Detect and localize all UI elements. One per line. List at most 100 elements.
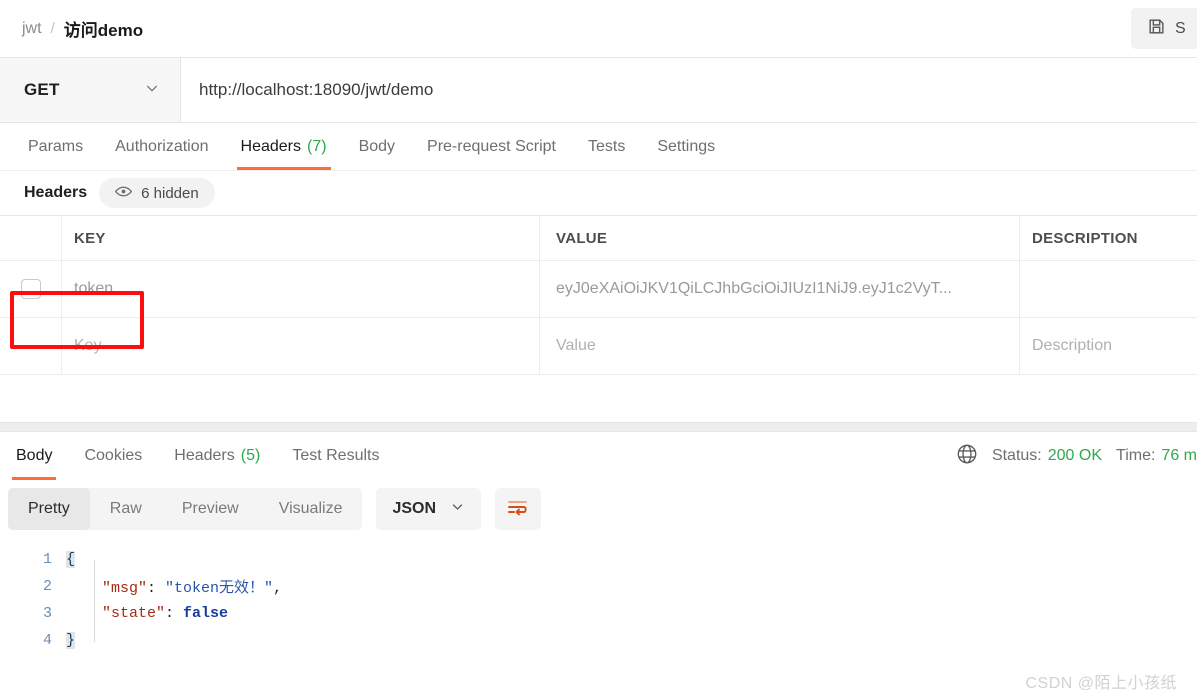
tab-headers-count: (7): [307, 137, 327, 155]
method-selector[interactable]: GET: [0, 58, 181, 122]
tab-authorization-label: Authorization: [115, 137, 209, 155]
language-selector[interactable]: JSON: [376, 488, 482, 530]
view-mode-preview[interactable]: Preview: [162, 488, 259, 530]
code-comma-2: ,: [273, 580, 283, 597]
time-badge: Time: 76 ms: [1116, 447, 1197, 465]
response-tab-test-results[interactable]: Test Results: [276, 432, 395, 480]
code-line-4: 4 }: [0, 627, 1197, 654]
tab-pre-request-script[interactable]: Pre-request Script: [411, 123, 572, 170]
time-value: 76 ms: [1161, 447, 1197, 464]
headers-subbar: Headers 6 hidden: [0, 171, 1197, 215]
empty-row-checkbox-cell: [0, 318, 62, 374]
line-number-3: 3: [42, 605, 52, 622]
view-mode-raw-label: Raw: [109, 500, 142, 517]
response-body-code[interactable]: 1 { 2 "msg": "token无效！", 3 "state": fals…: [0, 538, 1197, 654]
table-row[interactable]: token eyJ0eXAiOiJKV1QiLCJhbGciOiJIUzI1Ni…: [0, 261, 1197, 318]
response-tab-body[interactable]: Body: [0, 432, 68, 480]
tab-authorization[interactable]: Authorization: [99, 123, 224, 170]
url-bar: GET http://localhost:18090/jwt/demo: [0, 57, 1197, 123]
view-mode-group: Pretty Raw Preview Visualize: [8, 488, 363, 530]
response-tabs: Body Cookies Headers (5) Test Results St…: [0, 432, 1197, 480]
table-row-empty[interactable]: Key Value Description: [0, 318, 1197, 375]
column-header-key: KEY: [74, 229, 106, 247]
request-pane-filler: [0, 375, 1197, 422]
view-mode-raw[interactable]: Raw: [90, 488, 162, 530]
headers-table: KEY VALUE DESCRIPTION token eyJ0eXAiOiJK…: [0, 215, 1197, 375]
tab-pre-request-script-label: Pre-request Script: [427, 137, 556, 155]
tab-settings-label: Settings: [657, 137, 716, 155]
tab-headers-label: Headers: [240, 137, 301, 155]
table-header-row: KEY VALUE DESCRIPTION: [0, 216, 1197, 261]
breadcrumb-separator: /: [50, 20, 55, 37]
postman-request-window: jwt / 访问demo S GET http://localhost:1809…: [0, 0, 1197, 699]
response-tab-cookies[interactable]: Cookies: [68, 432, 158, 480]
tab-headers[interactable]: Headers (7): [225, 123, 343, 170]
new-key-input[interactable]: Key: [74, 337, 102, 355]
breadcrumb-header: jwt / 访问demo S: [0, 0, 1197, 57]
code-value-state: false: [183, 605, 229, 622]
tab-tests[interactable]: Tests: [572, 123, 641, 170]
language-selector-label: JSON: [392, 500, 437, 517]
headers-section-title: Headers: [24, 184, 88, 201]
wrap-lines-button[interactable]: [495, 488, 542, 530]
tab-settings[interactable]: Settings: [641, 123, 731, 170]
watermark: CSDN @陌上小孩纸: [1025, 675, 1177, 692]
response-tab-body-label: Body: [16, 447, 53, 464]
tab-tests-label: Tests: [587, 137, 626, 155]
column-header-value: VALUE: [556, 229, 608, 247]
tab-body-label: Body: [358, 137, 396, 155]
code-value-msg: "token无效！": [165, 580, 274, 597]
line-number-4: 4: [42, 632, 52, 649]
method-label: GET: [24, 80, 60, 99]
code-open-brace: {: [66, 551, 76, 568]
tab-params-label: Params: [28, 137, 84, 155]
table-header-checkbox-cell: [0, 216, 62, 260]
chevron-down-icon: [144, 80, 160, 101]
code-colon-3: :: [165, 605, 184, 622]
wrap-lines-icon: [506, 497, 530, 522]
code-close-brace: }: [66, 632, 76, 649]
hidden-headers-toggle[interactable]: 6 hidden: [99, 178, 215, 208]
view-mode-visualize[interactable]: Visualize: [259, 488, 363, 530]
breadcrumb-request-name[interactable]: 访问demo: [64, 16, 143, 41]
status-value: 200 OK: [1047, 447, 1103, 464]
save-button[interactable]: S: [1131, 8, 1197, 49]
breadcrumb-collection[interactable]: jwt: [22, 20, 42, 38]
pane-divider[interactable]: [0, 422, 1197, 432]
status-label: Status:: [991, 447, 1042, 464]
line-number-2: 2: [42, 578, 52, 595]
response-tab-test-results-label: Test Results: [292, 447, 380, 464]
tab-body[interactable]: Body: [343, 123, 411, 170]
view-mode-pretty[interactable]: Pretty: [8, 488, 90, 530]
hidden-headers-label: 6 hidden: [141, 184, 199, 202]
new-description-input[interactable]: Description: [1032, 337, 1112, 355]
response-tab-headers-count: (5): [240, 447, 261, 464]
view-mode-visualize-label: Visualize: [278, 500, 343, 517]
save-button-label: S: [1175, 19, 1186, 37]
url-input[interactable]: http://localhost:18090/jwt/demo: [181, 58, 1197, 122]
response-tab-headers[interactable]: Headers (5): [158, 432, 276, 480]
tab-params[interactable]: Params: [12, 123, 99, 170]
indent-guide: [94, 560, 95, 642]
save-icon: [1147, 17, 1166, 41]
code-key-state: "state": [102, 605, 166, 622]
code-key-msg: "msg": [102, 580, 148, 597]
code-line-3: 3 "state": false: [0, 600, 1197, 627]
chevron-down-icon: [450, 499, 465, 519]
row-enable-checkbox[interactable]: [20, 279, 41, 299]
new-value-input[interactable]: Value: [556, 337, 596, 355]
code-line-2: 2 "msg": "token无效！",: [0, 573, 1197, 600]
response-tab-headers-label: Headers: [174, 447, 235, 464]
row-key-value[interactable]: token: [74, 280, 113, 298]
response-meta: Status: 200 OK Time: 76 ms: [956, 432, 1197, 480]
code-line-1: 1 {: [0, 546, 1197, 573]
view-mode-pretty-label: Pretty: [28, 500, 70, 517]
response-format-toolbar: Pretty Raw Preview Visualize JSON: [0, 480, 1197, 538]
time-label: Time:: [1116, 447, 1156, 464]
globe-icon: [956, 443, 978, 470]
status-badge: Status: 200 OK: [992, 447, 1102, 465]
column-header-description: DESCRIPTION: [1032, 229, 1138, 247]
row-checkbox-cell[interactable]: [0, 261, 62, 317]
row-value-value[interactable]: eyJ0eXAiOiJKV1QiLCJhbGciOiJIUzI1NiJ9.eyJ…: [556, 280, 952, 298]
view-mode-preview-label: Preview: [181, 500, 239, 517]
